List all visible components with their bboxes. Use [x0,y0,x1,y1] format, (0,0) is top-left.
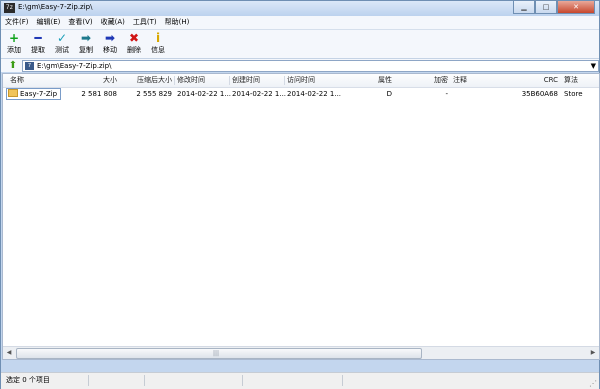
col-attributes[interactable]: 属性 [373,74,392,87]
archive-icon: 7 [25,62,34,70]
created-cell: 2014-02-22 1... [232,90,287,98]
name-cell[interactable]: Easy-7-Zip [6,88,61,100]
col-packed-size[interactable]: 压缩后大小 [131,74,172,87]
column-divider [174,76,175,85]
copy-button[interactable]: ➡ 复制 [75,30,97,58]
col-method[interactable]: 算法 [564,74,578,87]
scroll-left-icon[interactable]: ◀ [3,347,15,359]
crc-cell: 35B60A68 [521,90,558,98]
copy-icon: ➡ [80,31,92,45]
col-modified[interactable]: 修改时间 [177,74,205,87]
window-controls: ▁ □ ✕ [513,1,595,14]
col-crc[interactable]: CRC [533,74,558,87]
address-input[interactable]: 7 E:\gm\Easy-7-Zip.zip\ ▼ [22,60,599,72]
file-list[interactable]: 名称 大小 压缩后大小 修改时间 创建时间 访问时间 属性 加密 注释 CRC … [2,73,600,360]
menu-edit[interactable]: 编辑(E) [33,16,65,29]
scrollbar-thumb[interactable]: ||| [16,348,422,359]
menu-view[interactable]: 查看(V) [64,16,96,29]
col-size[interactable]: 大小 [99,74,117,87]
window-title: E:\gm\Easy-7-Zip.zip\ [18,3,93,11]
col-accessed[interactable]: 访问时间 [287,74,315,87]
col-encrypted[interactable]: 加密 [429,74,448,87]
folder-icon [8,89,18,97]
info-button[interactable]: i 信息 [147,30,169,58]
up-folder-icon[interactable]: ⬆ [7,60,19,71]
chevron-down-icon[interactable]: ▼ [591,61,596,71]
add-label: 添加 [7,46,21,54]
menu-tools[interactable]: 工具(T) [129,16,161,29]
delete-label: 删除 [127,46,141,54]
packed-size-cell: 2 555 829 [136,90,172,98]
status-divider [341,375,343,386]
test-label: 测试 [55,46,69,54]
move-button[interactable]: ➡ 移动 [99,30,121,58]
size-cell: 2 581 808 [81,90,117,98]
modified-cell: 2014-02-22 1... [177,90,232,98]
encrypted-cell: - [445,90,448,98]
info-label: 信息 [151,46,165,54]
minimize-button[interactable]: ▁ [513,1,535,14]
status-divider [143,375,145,386]
extract-label: 提取 [31,46,45,54]
delete-button[interactable]: ✖ 删除 [123,30,145,58]
menu-help[interactable]: 帮助(H) [161,16,194,29]
column-divider [229,76,230,85]
toolbar: + 添加 ━ 提取 ✓ 测试 ➡ 复制 ➡ 移动 ✖ 删除 i 信息 [1,30,599,59]
7zip-app-icon: 7z [4,3,15,13]
status-selected: 选定 0 个项目 [6,376,50,384]
horizontal-scrollbar[interactable]: ◀ ||| ▶ [3,346,599,359]
move-icon: ➡ [104,31,116,45]
menu-file[interactable]: 文件(F) [1,16,33,29]
file-name: Easy-7-Zip [20,90,58,98]
add-icon: + [8,31,20,45]
col-name[interactable]: 名称 [10,74,24,87]
address-path: E:\gm\Easy-7-Zip.zip\ [37,62,112,70]
info-icon: i [155,31,161,45]
table-row[interactable]: Easy-7-Zip 2 581 808 2 555 829 2014-02-2… [3,88,599,100]
grip-icon: ||| [213,350,220,357]
column-divider [284,76,285,85]
status-divider [241,375,243,386]
resize-grip-icon[interactable]: ⋰ [589,380,597,388]
title-bar[interactable]: 7z E:\gm\Easy-7-Zip.zip\ ▁ □ ✕ [1,1,599,16]
main-window: 7z E:\gm\Easy-7-Zip.zip\ ▁ □ ✕ 文件(F) 编辑(… [0,0,600,389]
method-cell: Store [564,90,583,98]
col-created[interactable]: 创建时间 [232,74,260,87]
maximize-button[interactable]: □ [535,1,557,14]
close-button[interactable]: ✕ [557,1,595,14]
copy-label: 复制 [79,46,93,54]
test-icon: ✓ [56,31,68,45]
extract-button[interactable]: ━ 提取 [27,30,49,58]
scroll-right-icon[interactable]: ▶ [587,347,599,359]
accessed-cell: 2014-02-22 1... [287,90,342,98]
col-comment[interactable]: 注释 [453,74,467,87]
add-button[interactable]: + 添加 [3,30,25,58]
test-button[interactable]: ✓ 测试 [51,30,73,58]
menu-favorites[interactable]: 收藏(A) [97,16,129,29]
menu-bar: 文件(F) 编辑(E) 查看(V) 收藏(A) 工具(T) 帮助(H) [1,16,599,30]
move-label: 移动 [103,46,117,54]
address-bar: ⬆ 7 E:\gm\Easy-7-Zip.zip\ ▼ [1,59,599,72]
extract-icon: ━ [34,31,42,45]
column-headers: 名称 大小 压缩后大小 修改时间 创建时间 访问时间 属性 加密 注释 CRC … [3,74,599,88]
delete-icon: ✖ [128,31,140,45]
status-bar: 选定 0 个项目 ⋰ [1,372,599,389]
status-divider [87,375,89,386]
attributes-cell: D [386,90,392,98]
